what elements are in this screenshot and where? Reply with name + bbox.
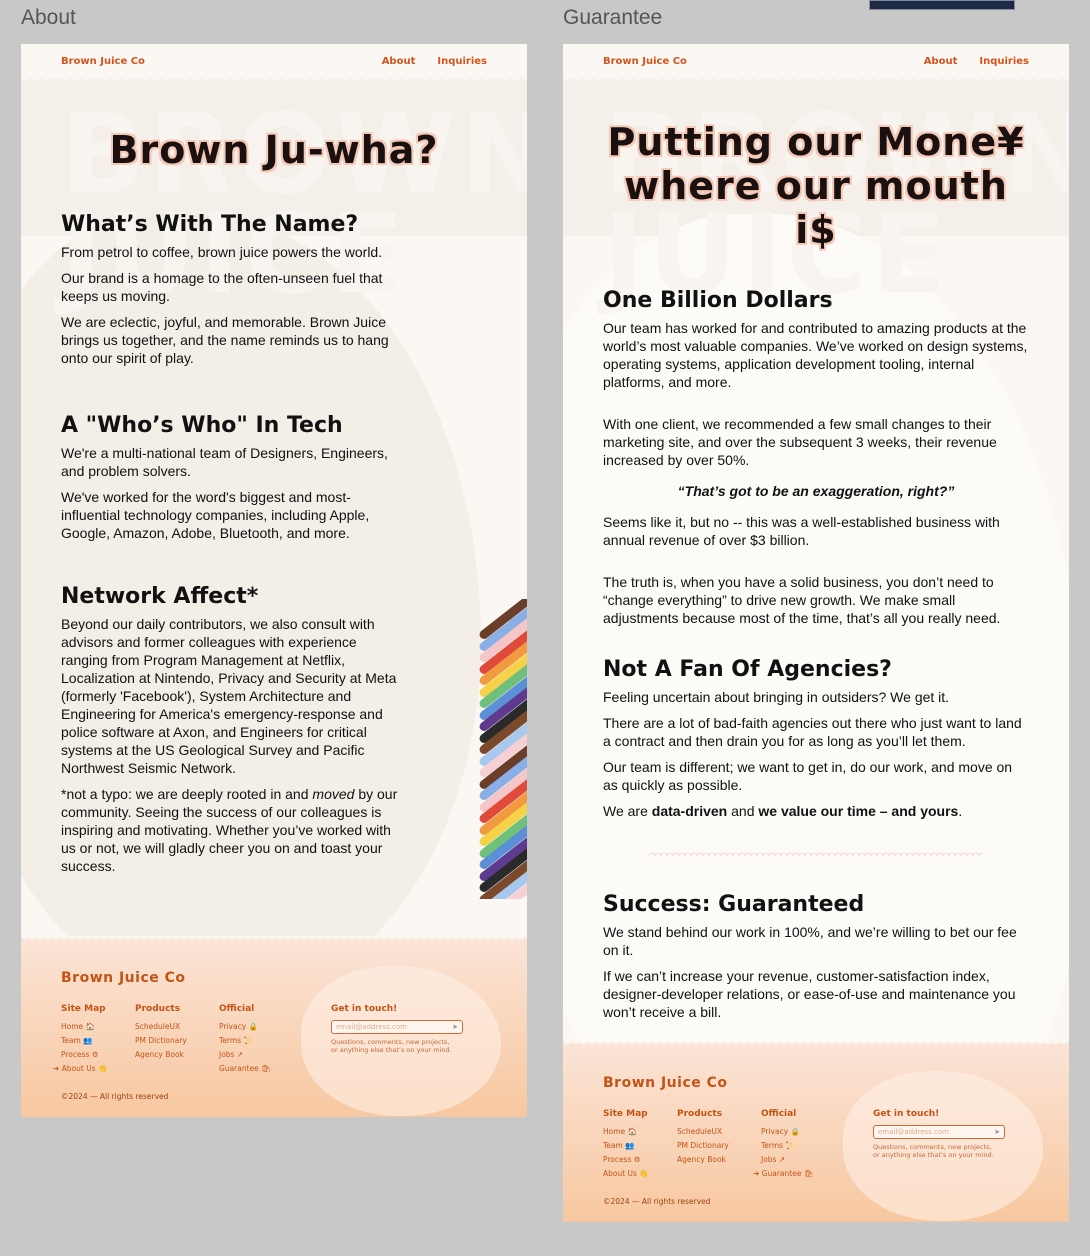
footer-link-guarantee[interactable]: Guarantee 🛍 bbox=[219, 1062, 271, 1076]
paragraph: Seems like it, but no -- this was a well… bbox=[603, 514, 1000, 548]
footer-sitemap: Site Map Home 🏠 Team 👥 Process ⚙ ➜ About… bbox=[53, 1004, 107, 1076]
footer-products: Products ScheduleUX PM Dictionary Agency… bbox=[135, 1004, 187, 1062]
paragraph: The truth is, when you have a solid busi… bbox=[603, 574, 1001, 626]
section-heading: Success: Guaranteed bbox=[603, 892, 865, 917]
footer-link-jobs[interactable]: Jobs ↗ bbox=[761, 1153, 813, 1167]
contact-form: Get in touch! email@address.com ➤ Questio… bbox=[331, 1004, 471, 1054]
contact-note: Questions, comments, new projects, or any… bbox=[873, 1143, 994, 1159]
footer: Brown Juice Co Site Map Home 🏠 Team 👥 Pr… bbox=[21, 936, 527, 1117]
footer-link-guarantee-current[interactable]: ➜ Guarantee 🛍 bbox=[753, 1167, 813, 1181]
paragraph: We're a multi-national team of Designers… bbox=[61, 445, 388, 479]
section-heading: What’s With The Name? bbox=[61, 212, 359, 237]
footer-link-scheduleux[interactable]: ScheduleUX bbox=[677, 1125, 729, 1139]
footer-sitemap: Site Map Home 🏠 Team 👥 Process ⚙ About U… bbox=[603, 1109, 649, 1181]
paragraph: Beyond our daily contributors, we also c… bbox=[61, 616, 397, 776]
pull-quote: “That’s got to be an exaggeration, right… bbox=[677, 483, 955, 499]
footer-heading: Official bbox=[219, 1004, 255, 1014]
paragraph: If we can’t increase your revenue, custo… bbox=[603, 968, 1016, 1020]
footer-link-about-current[interactable]: ➜ About Us 👋 bbox=[53, 1062, 107, 1076]
video-thumbnail[interactable] bbox=[869, 0, 1015, 10]
section-heading: A "Who’s Who" In Tech bbox=[61, 413, 343, 438]
copyright: ©2024 — All rights reserved bbox=[603, 1197, 711, 1206]
footer-link-team[interactable]: Team 👥 bbox=[603, 1139, 649, 1153]
nav-about-link[interactable]: About bbox=[382, 56, 416, 67]
footer-link-privacy[interactable]: Privacy 🔒 bbox=[219, 1020, 271, 1034]
footer-products: Products ScheduleUX PM Dictionary Agency… bbox=[677, 1109, 729, 1167]
footer-link-privacy[interactable]: Privacy 🔒 bbox=[761, 1125, 813, 1139]
page-title: Brown Ju-wha? bbox=[109, 128, 439, 172]
footnote: *not a typo: we are deeply rooted in and… bbox=[61, 786, 398, 874]
current-page-arrow-icon: ➜ bbox=[753, 1169, 762, 1178]
footer-heading: Official bbox=[761, 1109, 797, 1119]
paragraph: We've worked for the word's biggest and … bbox=[61, 489, 370, 541]
contact-note: Questions, comments, new projects, or any… bbox=[331, 1038, 452, 1054]
footer-link-home[interactable]: Home 🏠 bbox=[61, 1020, 107, 1034]
squiggle-divider bbox=[649, 850, 983, 856]
footer-link-terms[interactable]: Terms 📜 bbox=[219, 1034, 271, 1048]
nav-inquiries-link[interactable]: Inquiries bbox=[979, 56, 1029, 67]
paragraph: We stand behind our work in 100%, and we… bbox=[603, 924, 1017, 958]
paragraph: With one client, we recommended a few sm… bbox=[603, 416, 997, 468]
section-network: Network Affect* Beyond our daily contrib… bbox=[61, 584, 406, 875]
footer-link-about[interactable]: About Us 👋 bbox=[603, 1167, 649, 1181]
footer-link-scheduleux[interactable]: ScheduleUX bbox=[135, 1020, 187, 1034]
footer-link-process[interactable]: Process ⚙ bbox=[61, 1048, 107, 1062]
email-input[interactable]: email@address.com ➤ bbox=[331, 1020, 463, 1034]
about-page: BROWN JUICE Brown Juice Co About Inquiri… bbox=[21, 44, 527, 1117]
section-whos-who: A "Who’s Who" In Tech We're a multi-nati… bbox=[61, 413, 401, 542]
footer: Brown Juice Co Site Map Home 🏠 Team 👥 Pr… bbox=[563, 1041, 1069, 1222]
footer-heading: Site Map bbox=[61, 1004, 106, 1014]
section-heading: Not A Fan Of Agencies? bbox=[603, 657, 892, 682]
nav-inquiries-link[interactable]: Inquiries bbox=[437, 56, 487, 67]
frame-label-guarantee: Guarantee bbox=[563, 6, 663, 29]
email-input[interactable]: email@address.com ➤ bbox=[873, 1125, 1005, 1139]
footer-heading: Site Map bbox=[603, 1109, 648, 1119]
paragraph: Our team has worked for and contributed … bbox=[603, 320, 1028, 390]
section-agencies: Not A Fan Of Agencies? Feeling uncertain… bbox=[603, 657, 1029, 820]
footer-link-agency-book[interactable]: Agency Book bbox=[677, 1153, 729, 1167]
footer-link-pm-dictionary[interactable]: PM Dictionary bbox=[135, 1034, 187, 1048]
section-heading: Network Affect* bbox=[61, 584, 259, 609]
contact-heading: Get in touch! bbox=[873, 1109, 940, 1119]
footer-link-agency-book[interactable]: Agency Book bbox=[135, 1048, 187, 1062]
section-heading: One Billion Dollars bbox=[603, 288, 833, 313]
section-name: What’s With The Name? From petrol to cof… bbox=[61, 212, 401, 367]
frame-label-about: About bbox=[21, 6, 76, 29]
footer-link-home[interactable]: Home 🏠 bbox=[603, 1125, 649, 1139]
footer-link-jobs[interactable]: Jobs ↗ bbox=[219, 1048, 271, 1062]
footer-link-team[interactable]: Team 👥 bbox=[61, 1034, 107, 1048]
brand-link[interactable]: Brown Juice Co bbox=[603, 56, 687, 67]
copyright: ©2024 — All rights reserved bbox=[61, 1092, 169, 1101]
section-billion: One Billion Dollars Our team has worked … bbox=[603, 288, 1029, 627]
footer-heading: Products bbox=[677, 1109, 723, 1119]
navbar: Brown Juice Co About Inquiries bbox=[563, 44, 1069, 78]
footer-link-terms[interactable]: Terms 📜 bbox=[761, 1139, 813, 1153]
footer-official: Official Privacy 🔒 Terms 📜 Jobs ↗ ➜ Guar… bbox=[753, 1109, 813, 1181]
section-success: Success: Guaranteed We stand behind our … bbox=[603, 892, 1029, 1021]
paragraph: Our team is different; we want to get in… bbox=[603, 759, 1013, 793]
footer-heading: Products bbox=[135, 1004, 181, 1014]
contact-form: Get in touch! email@address.com ➤ Questio… bbox=[873, 1109, 1013, 1159]
paragraph: We are data-driven and we value our time… bbox=[603, 803, 963, 819]
send-icon[interactable]: ➤ bbox=[994, 1128, 1000, 1136]
guarantee-page: BROWN JUICE Brown Juice Co About Inquiri… bbox=[563, 44, 1069, 1222]
footer-brand: Brown Juice Co bbox=[603, 1075, 728, 1091]
navbar: Brown Juice Co About Inquiries bbox=[21, 44, 527, 78]
brand-link[interactable]: Brown Juice Co bbox=[61, 56, 145, 67]
contact-heading: Get in touch! bbox=[331, 1004, 398, 1014]
paragraph: Feeling uncertain about bringing in outs… bbox=[603, 689, 950, 705]
paragraph: From petrol to coffee, brown juice power… bbox=[61, 244, 383, 260]
footer-link-pm-dictionary[interactable]: PM Dictionary bbox=[677, 1139, 729, 1153]
paragraph: There are a lot of bad-faith agencies ou… bbox=[603, 715, 1022, 749]
nav-about-link[interactable]: About bbox=[924, 56, 958, 67]
paragraph: We are eclectic, joyful, and memorable. … bbox=[61, 314, 389, 366]
footer-link-process[interactable]: Process ⚙ bbox=[603, 1153, 649, 1167]
current-page-arrow-icon: ➜ bbox=[53, 1064, 62, 1073]
paragraph: Our brand is a homage to the often-unsee… bbox=[61, 270, 383, 304]
send-icon[interactable]: ➤ bbox=[452, 1023, 458, 1031]
footer-brand: Brown Juice Co bbox=[61, 970, 186, 986]
footer-official: Official Privacy 🔒 Terms 📜 Jobs ↗ Guaran… bbox=[219, 1004, 271, 1076]
page-title: Putting our Mone¥ where our mouth i$ bbox=[607, 120, 1025, 252]
